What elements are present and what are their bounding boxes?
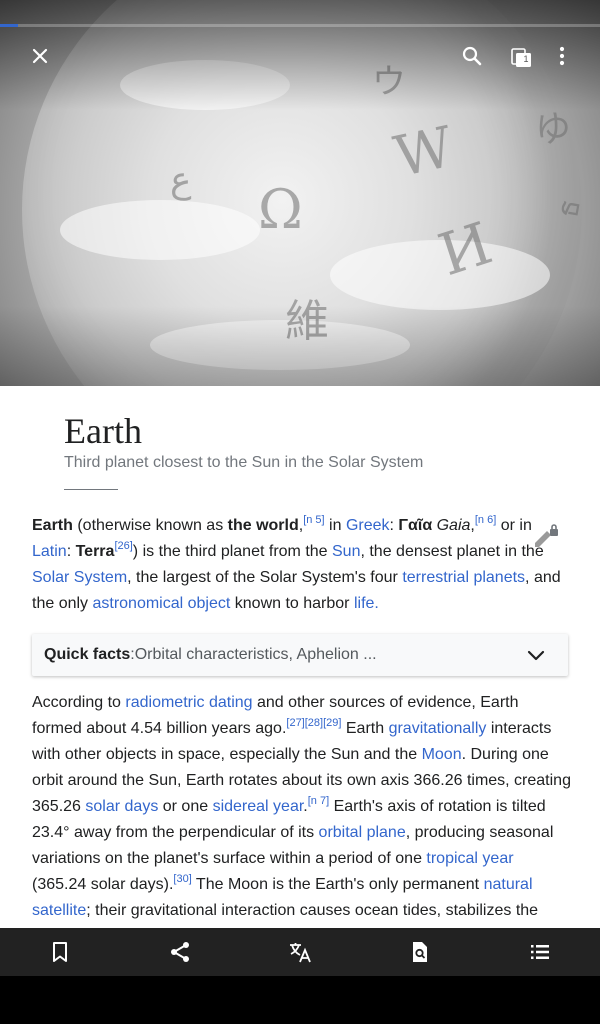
text: or one [158,798,213,815]
reference-link[interactable]: [30] [173,873,191,885]
text: ) is the third planet from the [132,543,332,560]
system-navigation-bar [0,976,600,1024]
save-button[interactable] [0,928,120,976]
link-gravitationally[interactable]: gravitationally [389,720,487,737]
bold-term: Γαῖα [398,517,433,534]
bold-term: Earth [32,517,73,534]
link-latin[interactable]: Latin [32,543,67,560]
puzzle-glyph: Ω [258,178,303,241]
link-sun[interactable]: Sun [332,543,360,560]
link-solar-system[interactable]: Solar System [32,569,127,586]
link-orbital-plane[interactable]: orbital plane [319,824,406,841]
language-button[interactable] [240,928,360,976]
close-button[interactable] [16,28,64,84]
text: , the largest of the Solar System's four [127,569,403,586]
cloud-shape [60,200,260,260]
puzzle-glyph: W [388,114,459,191]
quick-facts-label: Quick facts [44,646,131,663]
search-icon [462,46,482,66]
page-toolbar: 1 [0,28,600,84]
find-in-page-button[interactable] [360,928,480,976]
italic-term: Gaia [436,517,471,534]
body-paragraph: According to radiometric dating and othe… [32,690,572,924]
page-description: Third planet closest to the Sun in the S… [64,454,424,471]
reference-link[interactable]: [n 6] [475,514,496,526]
share-button[interactable] [120,928,240,976]
find-in-page-icon [413,942,427,962]
table-of-contents-icon [531,945,549,959]
chevron-down-icon [527,650,545,661]
link-life[interactable]: life [354,595,374,612]
quick-facts-bar[interactable]: Quick facts: Orbital characteristics, Ap… [32,634,568,676]
search-button[interactable] [448,28,496,84]
text: in [324,517,346,534]
image-scrim [0,306,600,386]
text: . [374,595,379,612]
quick-facts-summary: Orbital characteristics, Aphelion ... [134,646,377,663]
text: , the densest planet in the [360,543,544,560]
page-action-bar [0,928,600,976]
text: Earth [341,720,389,737]
page-title: Earth [64,411,142,451]
reference-link[interactable]: [n 7] [308,795,329,807]
edit-locked-icon[interactable] [530,523,560,553]
puzzle-glyph: ع [170,160,192,201]
reference-link[interactable]: [26] [114,540,132,552]
reference-link[interactable]: [27][28][29] [286,717,341,729]
link-terrestrial-planets[interactable]: terrestrial planets [402,569,525,586]
bold-term: Terra [75,543,115,560]
more-options-button[interactable] [538,28,586,84]
text: The Moon is the Earth's only permanent [191,876,484,893]
title-divider [64,489,118,490]
link-radiometric-dating[interactable]: radiometric dating [125,694,252,711]
translate-icon [290,943,311,963]
text: or in [496,517,532,534]
link-greek[interactable]: Greek [346,517,390,534]
reference-link[interactable]: [n 5] [303,514,324,526]
text: (365.24 solar days). [32,876,174,893]
progress-fill [0,24,18,27]
close-icon [32,48,48,64]
text: known to harbor [230,595,354,612]
contents-button[interactable] [480,928,600,976]
link-tropical-year[interactable]: tropical year [426,850,513,867]
text: According to [32,694,126,711]
link-moon[interactable]: Moon [422,746,462,763]
tab-count: 1 [523,54,529,64]
more-vert-icon [559,46,565,66]
lead-paragraph: Earth (otherwise known as the world,[n 5… [32,513,572,617]
text: (otherwise known as [72,517,228,534]
bookmark-icon [53,942,67,962]
text: ; their gravitational interaction causes… [86,902,539,919]
share-icon [171,942,189,962]
article-content: Earth Third planet closest to the Sun in… [0,386,600,928]
link-solar-days[interactable]: solar days [85,798,158,815]
bold-term: the world [227,517,299,534]
link-astronomical-object[interactable]: astronomical object [92,595,230,612]
text: : [66,543,76,560]
link-sidereal-year[interactable]: sidereal year [213,798,304,815]
page-load-progress [0,24,600,27]
